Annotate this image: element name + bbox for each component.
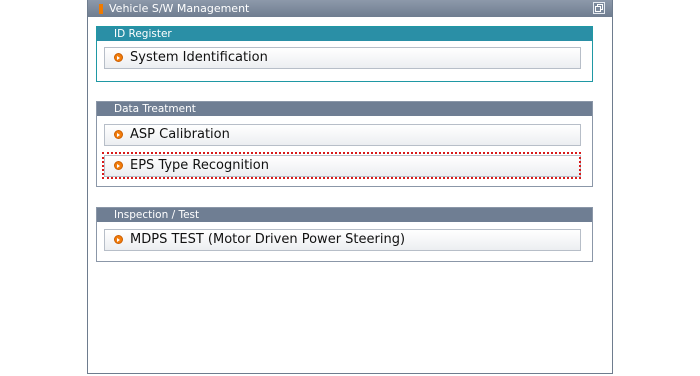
window-titlebar: Vehicle S/W Management xyxy=(88,0,612,17)
eps-type-recognition-button[interactable]: EPS Type Recognition xyxy=(104,155,581,177)
vehicle-sw-management-window: Vehicle S/W Management ID Register Syste… xyxy=(87,0,613,374)
section-id-register: ID Register System Identification xyxy=(96,26,593,82)
menu-item-label: EPS Type Recognition xyxy=(130,158,269,173)
orange-arrow-bullet-icon xyxy=(114,130,123,139)
section-title-data-treatment: Data Treatment xyxy=(97,102,592,116)
section-data-treatment: Data Treatment ASP Calibration EPS Type … xyxy=(96,101,593,187)
menu-item-label: System Identification xyxy=(130,50,268,65)
window-title: Vehicle S/W Management xyxy=(109,2,250,15)
system-identification-button[interactable]: System Identification xyxy=(104,47,581,69)
orange-arrow-bullet-icon xyxy=(114,53,123,62)
menu-item-label: MDPS TEST (Motor Driven Power Steering) xyxy=(130,232,406,247)
orange-arrow-bullet-icon xyxy=(114,235,123,244)
orange-arrow-bullet-icon xyxy=(114,161,123,170)
asp-calibration-button[interactable]: ASP Calibration xyxy=(104,124,581,146)
mdps-test-button[interactable]: MDPS TEST (Motor Driven Power Steering) xyxy=(104,229,581,251)
window-restore-icon[interactable] xyxy=(593,2,605,14)
section-title-inspection-test: Inspection / Test xyxy=(97,208,592,222)
menu-item-label: ASP Calibration xyxy=(130,127,230,142)
orange-bar-icon xyxy=(99,4,103,14)
section-inspection-test: Inspection / Test MDPS TEST (Motor Drive… xyxy=(96,207,593,262)
section-title-id-register: ID Register xyxy=(97,27,592,41)
